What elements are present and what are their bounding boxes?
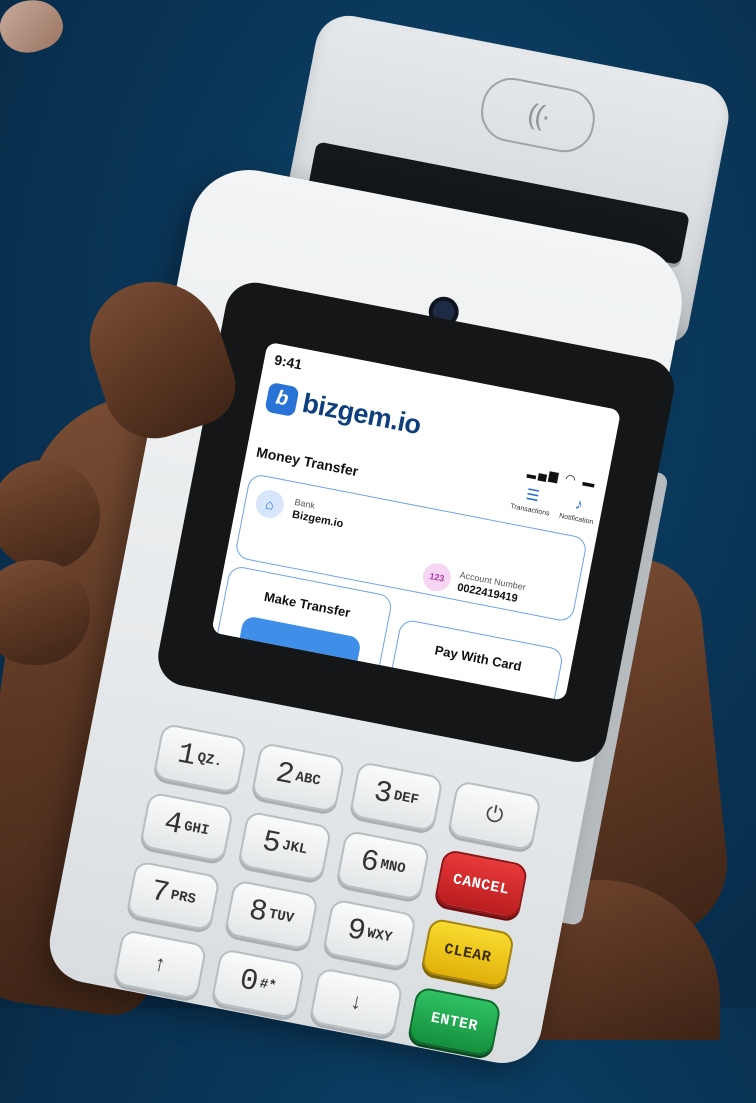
down-arrow-key[interactable]: ↓: [308, 967, 404, 1039]
bell-icon: ♪: [573, 495, 585, 514]
account-number-badge: 123: [420, 560, 454, 594]
screen-bezel: 9:41 ▂▄▆ ◠ ▬ b bizgem.io Money Transfer …: [153, 277, 679, 768]
key-1[interactable]: 1 QZ.: [152, 722, 248, 795]
notification-label: Notification: [558, 512, 594, 527]
transactions-label: Transactions: [509, 503, 551, 518]
photo-scene: ((∙ 9:41 ▂▄▆ ◠ ▬ b bizgem.io Money Trans…: [0, 0, 756, 1070]
key-2[interactable]: 2 ABC: [250, 741, 346, 814]
key-6[interactable]: 6 MNO: [335, 829, 431, 902]
pay-with-card-title: Pay With Card: [433, 642, 523, 674]
pay-with-card-button[interactable]: [405, 676, 532, 701]
top-actions: ☰ Transactions ♪ Notification: [510, 483, 598, 526]
make-transfer-panel[interactable]: Make Transfer: [211, 564, 394, 701]
key-9[interactable]: 9 WXY: [322, 898, 418, 970]
bank-name: Bizgem.io: [291, 508, 345, 531]
key-5[interactable]: 5 JKL: [237, 810, 333, 882]
key-8[interactable]: 8 TUV: [223, 879, 320, 951]
nfc-contactless-icon: ((∙: [475, 72, 601, 158]
make-transfer-button[interactable]: [236, 615, 362, 678]
arrow-down-icon: ↓: [347, 989, 366, 1017]
key-7[interactable]: 7 PRS: [125, 860, 221, 932]
key-3[interactable]: 3 DEF: [348, 760, 444, 833]
cancel-key[interactable]: CANCEL: [433, 848, 529, 921]
keypad: 1 QZ. 2 ABC 3 DEF ⏻ 4 GHI 5 JKL 6 MNO CANCEL 7…: [106, 722, 576, 1098]
arrow-up-icon: ↑: [151, 951, 169, 979]
bank-icon: ⌂: [253, 487, 287, 521]
touch-screen[interactable]: 9:41 ▂▄▆ ◠ ▬ b bizgem.io Money Transfer …: [211, 341, 622, 701]
pay-with-card-panel[interactable]: Pay With Card: [380, 618, 565, 701]
brand-logo: b bizgem.io: [264, 381, 423, 441]
document-icon: ☰: [524, 485, 541, 506]
status-time: 9:41: [272, 351, 304, 373]
key-0[interactable]: 0 #*: [210, 947, 306, 1020]
notification-button[interactable]: ♪ Notification: [558, 493, 598, 527]
power-icon: ⏻: [483, 801, 506, 830]
up-arrow-key[interactable]: ↑: [112, 928, 208, 1001]
brand-mark-icon: b: [264, 381, 300, 417]
clear-key[interactable]: CLEAR: [420, 917, 516, 989]
power-button[interactable]: ⏻: [446, 779, 543, 852]
key-4[interactable]: 4 GHI: [139, 791, 235, 863]
brand-name: bizgem.io: [299, 387, 424, 441]
page-title: Money Transfer: [255, 443, 360, 480]
transactions-button[interactable]: ☰ Transactions: [509, 483, 554, 518]
thumb-nail: [0, 0, 70, 62]
enter-key[interactable]: ENTER: [406, 986, 502, 1058]
